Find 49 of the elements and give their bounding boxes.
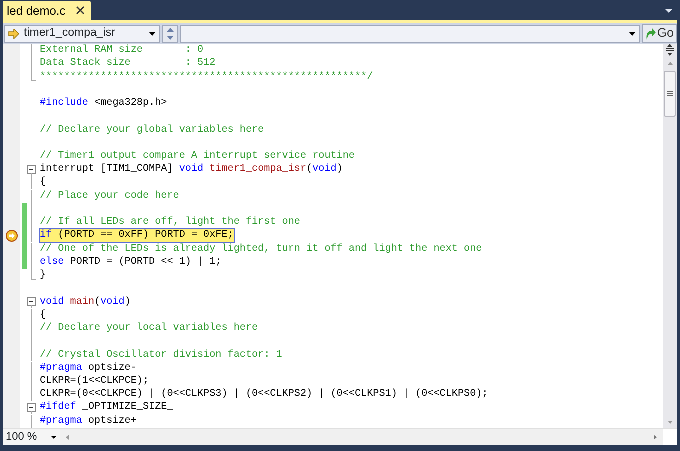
code-line: #pragma optsize- (39, 362, 138, 376)
caret-icon (629, 32, 636, 36)
collapse-icon[interactable] (27, 163, 36, 176)
caret-icon (51, 436, 58, 438)
dropdown[interactable] (180, 24, 640, 42)
scroll-thumb[interactable] (664, 71, 676, 117)
code-line: // If all LEDs are off, light the first one (39, 216, 302, 230)
code-line: Data Stack size : 512 (39, 56, 217, 72)
code-line: { (39, 176, 48, 190)
code-line: // Timer1 output compare A interrupt service routine (39, 150, 356, 164)
caret-icon[interactable] (665, 9, 673, 14)
grip-icon (667, 91, 673, 97)
code-line: interrupt [TIM1_COMPA] void timer1_compa_isr(void) (39, 162, 344, 176)
zoom-dropdown[interactable]: 100 % (3, 429, 60, 445)
code-line: #include <mega328p.h> (39, 96, 168, 112)
collapse-icon[interactable] (27, 401, 36, 414)
code-line: void main(void) (39, 296, 132, 310)
arrow-icon (8, 28, 20, 38)
code-line: #pragma optsize+ (39, 414, 138, 428)
code-line: } (39, 268, 48, 284)
code-line: // Place your code here (39, 190, 180, 204)
go-button[interactable]: Go (642, 24, 677, 43)
caret-icon (149, 32, 156, 36)
code-line: // One of the LEDs is already lighted, turn it off and light the next one (39, 242, 484, 256)
member-dropdown[interactable]: timer1_compa_isr (4, 24, 160, 42)
code-line: // Crystal Oscillator division factor: 1 (39, 348, 284, 362)
spin-control[interactable] (162, 24, 178, 42)
code-line: { (39, 308, 48, 322)
split-icon[interactable] (665, 44, 675, 56)
code-line: // Declare your local variables here (39, 322, 260, 336)
code-line: CLKPR=(0<<CLKPCE) | (0<<CLKPS3) | (0<<CLKPS2) | (0<<CLKPS1) | (0<<CLKPS0); (39, 388, 490, 402)
collapse-icon[interactable] (27, 295, 36, 308)
document-tab[interactable]: led demo.c (3, 1, 91, 20)
horizontal-scrollbar[interactable] (60, 429, 663, 445)
vertical-scrollbar[interactable] (663, 44, 677, 428)
code-line: else PORTD = (PORTD << 1) | 1; (39, 256, 223, 270)
down-arrow-icon[interactable] (668, 421, 672, 424)
close-icon[interactable] (76, 6, 85, 15)
curved-arrow-icon (645, 27, 656, 40)
right-arrow-icon[interactable] (654, 434, 657, 440)
code-line: #ifdef _OPTIMIZE_SIZE_ (39, 400, 174, 416)
down-arrow-icon (166, 36, 174, 40)
code-line: ******************************************************/ (39, 70, 374, 85)
code-line: // Declare your global variables here (39, 124, 266, 138)
code-line: External RAM size : 0 (39, 44, 205, 58)
up-arrow-icon[interactable] (668, 62, 672, 65)
code-line: CLKPR=(1<<CLKPCE); (39, 374, 150, 388)
up-arrow-icon (166, 28, 174, 32)
left-arrow-icon[interactable] (66, 434, 70, 440)
